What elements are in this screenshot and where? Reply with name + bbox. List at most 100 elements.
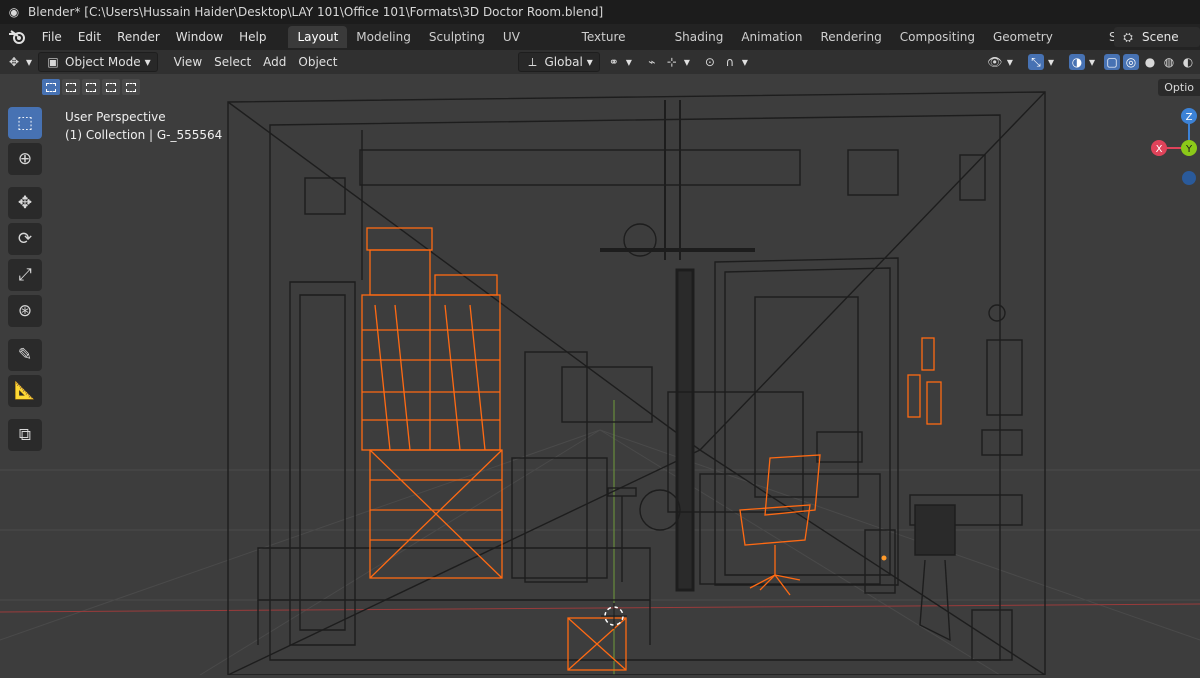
viewport-header-right: 👁 ▾ ⤡ ▾ ◑ ▾ ▢ ◎ ● ◍ ◐ bbox=[981, 52, 1196, 72]
tab-layout[interactable]: Layout bbox=[288, 26, 348, 48]
scene-selector[interactable]: ⛭ Scene bbox=[1114, 27, 1200, 47]
blender-menu-button[interactable] bbox=[0, 30, 34, 44]
measure-icon: 📐 bbox=[14, 381, 36, 401]
tab-rendering[interactable]: Rendering bbox=[812, 26, 891, 48]
tab-geometry-nodes[interactable]: Geometry Nodes bbox=[984, 26, 1100, 66]
rotate-icon: ⟳ bbox=[17, 229, 33, 249]
select-extend-icon bbox=[66, 82, 76, 92]
top-menu-bar: File Edit Render Window Help Layout Mode… bbox=[0, 24, 1200, 66]
solid-shading-icon[interactable]: ● bbox=[1142, 54, 1158, 70]
measure-tool[interactable]: 📐 bbox=[8, 375, 42, 407]
select-intersect-icon bbox=[126, 82, 136, 92]
mode-dropdown[interactable]: ▣ Object Mode ▾ bbox=[38, 52, 158, 72]
snap-icon: ⌁ bbox=[648, 55, 656, 69]
menu-select[interactable]: Select bbox=[208, 52, 257, 72]
orientation-label: Global bbox=[544, 55, 583, 69]
proportional-icon: ⊙ bbox=[704, 55, 715, 69]
scale-icon: ⤢ bbox=[18, 265, 32, 285]
viewport-info: User Perspective (1) Collection | G-_555… bbox=[65, 108, 222, 144]
grid-floor bbox=[0, 429, 1200, 676]
collection-label: (1) Collection | G-_555564 bbox=[65, 128, 223, 142]
window-title: Blender* [C:\Users\Hussain Haider\Deskto… bbox=[28, 5, 604, 19]
xray-icon[interactable]: ▢ bbox=[1104, 54, 1120, 70]
axis-gizmo-svg: Z X Y bbox=[1151, 108, 1197, 185]
overlay-button[interactable]: ◑ ▾ bbox=[1063, 52, 1101, 72]
snap-target-icon: ⊹ bbox=[666, 55, 677, 69]
menu-window[interactable]: Window bbox=[168, 24, 231, 50]
select-subtract-icon bbox=[86, 82, 96, 92]
select-box-tool[interactable]: ⬚ bbox=[8, 107, 42, 139]
origin-point bbox=[881, 555, 887, 561]
tab-sculpting[interactable]: Sculpting bbox=[420, 26, 494, 48]
mode-label: Object Mode bbox=[65, 55, 141, 69]
chevron-down-icon: ▾ bbox=[586, 55, 593, 69]
z-axis-label: Z bbox=[1186, 112, 1193, 123]
orientation-icon: ⟂ bbox=[528, 54, 537, 69]
blender-logo-icon bbox=[8, 30, 25, 44]
viewport-editor-icon: ✥ bbox=[8, 55, 20, 69]
x-axis-label: X bbox=[1156, 144, 1163, 155]
select-invert-icon bbox=[106, 82, 116, 92]
gizmo-button[interactable]: ⤡ ▾ bbox=[1022, 52, 1060, 72]
add-cube-icon: ⧉ bbox=[18, 425, 32, 445]
overlay-icon: ◑ bbox=[1068, 54, 1085, 70]
select-subtract-button[interactable] bbox=[82, 79, 100, 95]
rotate-tool[interactable]: ⟳ bbox=[8, 223, 42, 255]
visibility-button[interactable]: 👁 ▾ bbox=[981, 52, 1019, 72]
tool-shelf: ⬚ ⊕ ✥ ⟳ ⤢ ⊛ ✎ 📐 ⧉ bbox=[8, 107, 48, 451]
pivot-icon: ⚭ bbox=[608, 55, 619, 69]
pivot-button[interactable]: ⚭ ▾ bbox=[600, 52, 638, 72]
editor-type-button[interactable]: ✥ ▾ bbox=[0, 52, 38, 72]
falloff-icon: ∩ bbox=[725, 55, 735, 69]
selected-objects bbox=[361, 227, 942, 671]
neg-z-axis-icon[interactable] bbox=[1182, 171, 1196, 185]
move-icon: ✥ bbox=[17, 193, 33, 213]
transform-orientation-dropdown[interactable]: ⟂ Global ▾ bbox=[517, 52, 600, 72]
3d-viewport[interactable] bbox=[0, 74, 1200, 676]
wireframe-shading-icon[interactable]: ◎ bbox=[1123, 54, 1139, 70]
object-mode-icon: ▣ bbox=[47, 55, 59, 69]
select-extend-button[interactable] bbox=[62, 79, 80, 95]
menu-render[interactable]: Render bbox=[109, 24, 168, 50]
tab-animation[interactable]: Animation bbox=[732, 26, 811, 48]
workspace-tabs: Layout Modeling Sculpting UV Editing Tex… bbox=[288, 24, 1200, 66]
menu-help[interactable]: Help bbox=[231, 24, 274, 50]
menu-object[interactable]: Object bbox=[292, 52, 343, 72]
navigation-gizmo[interactable]: Z X Y bbox=[1140, 102, 1200, 192]
transform-tool[interactable]: ⊛ bbox=[8, 295, 42, 327]
select-invert-button[interactable] bbox=[102, 79, 120, 95]
menu-file[interactable]: File bbox=[34, 24, 70, 50]
transform-icon: ⊛ bbox=[17, 301, 33, 321]
x-axis-line bbox=[0, 603, 1200, 613]
annotate-icon: ✎ bbox=[17, 345, 33, 365]
scene-icon: ⛭ bbox=[1123, 29, 1133, 44]
rendered-shading-icon[interactable]: ◐ bbox=[1180, 54, 1196, 70]
menu-add[interactable]: Add bbox=[257, 52, 292, 72]
menu-edit[interactable]: Edit bbox=[70, 24, 109, 50]
select-new-button[interactable] bbox=[42, 79, 60, 95]
options-button[interactable]: Optio bbox=[1158, 79, 1200, 96]
tab-modeling[interactable]: Modeling bbox=[347, 26, 420, 48]
3d-cursor bbox=[601, 603, 627, 629]
tab-texture-paint[interactable]: Texture Paint bbox=[573, 26, 666, 66]
y-axis-label: Y bbox=[1185, 144, 1193, 155]
snap-button[interactable]: ⌁ ⊹ ▾ bbox=[638, 52, 696, 72]
eye-icon: 👁 bbox=[987, 55, 1003, 69]
move-tool[interactable]: ✥ bbox=[8, 187, 42, 219]
cursor-tool[interactable]: ⊕ bbox=[8, 143, 42, 175]
tab-uv-editing[interactable]: UV Editing bbox=[494, 26, 573, 66]
selection-mode-buttons bbox=[42, 79, 140, 95]
tab-compositing[interactable]: Compositing bbox=[891, 26, 984, 48]
cursor-icon: ⊕ bbox=[17, 149, 33, 169]
select-intersect-button[interactable] bbox=[122, 79, 140, 95]
scene-label: Scene bbox=[1142, 30, 1179, 44]
annotate-tool[interactable]: ✎ bbox=[8, 339, 42, 371]
proportional-button[interactable]: ⊙ ∩ ▾ bbox=[696, 52, 754, 72]
material-shading-icon[interactable]: ◍ bbox=[1161, 54, 1177, 70]
blender-logo-icon: ◉ bbox=[8, 5, 20, 19]
menu-view[interactable]: View bbox=[168, 52, 208, 72]
scale-tool[interactable]: ⤢ bbox=[8, 259, 42, 291]
title-bar: ◉ Blender* [C:\Users\Hussain Haider\Desk… bbox=[0, 0, 1200, 24]
add-cube-tool[interactable]: ⧉ bbox=[8, 419, 42, 451]
tab-shading[interactable]: Shading bbox=[666, 26, 733, 48]
